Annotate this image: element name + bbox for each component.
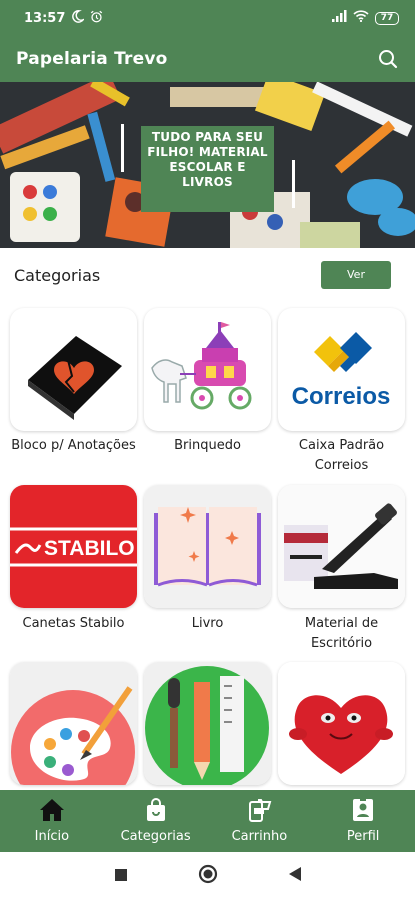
stabilo-logo-icon: STABILO [10,485,137,608]
profile-icon [352,798,374,826]
category-label-escritorio: Material de Escritório [304,616,379,651]
stabilo-logo-text: STABILO [44,537,135,560]
app-title: Papelaria Trevo [16,49,168,69]
category-card-artes[interactable] [10,662,137,785]
signal-icon [332,10,347,26]
category-card-livro[interactable] [144,485,271,608]
see-all-button[interactable]: Ver tudo [321,261,391,309]
brush-pencil-ruler-icon [144,662,271,785]
back-icon[interactable] [288,866,302,886]
category-card-stabilo[interactable]: STABILO [10,485,137,608]
search-icon[interactable] [375,46,401,72]
home-button-icon[interactable] [198,864,218,888]
category-card-correios[interactable]: Correios [278,308,405,431]
category-label-livro: Livro [191,616,224,631]
categories-title: Categorias [14,265,101,285]
battery-icon: 77 [375,11,399,25]
category-label-stabilo: Canetas Stabilo [22,616,125,631]
nav-label-inicio: Início [34,829,70,844]
category-label-bloco: Bloco p/ Anotações [11,438,136,453]
heart-plush-icon [278,662,405,785]
bottom-navigation: Início Categorias Carrinho Perfil [0,790,415,852]
nav-item-perfil[interactable]: Perfil [311,790,415,852]
correios-logo-text: Correios [292,383,391,410]
stapler-icon [278,485,405,608]
nav-label-carrinho: Carrinho [231,829,288,844]
system-navigation-bar [0,852,415,900]
banner-divider-left [121,124,124,172]
correios-logo-icon: Correios [292,332,391,410]
status-bar: 13:57 77 [0,0,415,36]
category-card-pelucia[interactable] [278,662,405,785]
nav-item-carrinho[interactable]: Carrinho [208,790,312,852]
open-book-icon [144,485,271,608]
category-label-brinquedo: Brinquedo [174,438,241,453]
paint-palette-icon [10,662,137,785]
category-card-bloco[interactable] [10,308,137,431]
categories-header: Categorias Ver tudo [0,248,415,309]
alarm-icon [90,10,103,27]
app-bar: Papelaria Trevo [0,36,415,82]
toy-carriage-icon [151,322,252,410]
nav-item-inicio[interactable]: Início [0,790,104,852]
recent-apps-icon[interactable] [114,867,128,886]
category-card-escolar[interactable] [144,662,271,785]
status-time: 13:57 [24,10,66,26]
category-card-escritorio[interactable] [278,485,405,608]
wifi-icon [353,10,369,26]
moon-icon [71,9,86,27]
banner-divider-right [292,160,295,208]
category-label-correios: Caixa Padrão Correios [298,438,385,473]
nav-item-categorias[interactable]: Categorias [104,790,208,852]
promo-banner[interactable]: TUDO PARA SEU FILHO! MATERIAL ESCOLAR E … [0,82,415,248]
cart-phone-icon [246,798,272,826]
category-card-brinquedo[interactable] [144,308,271,431]
banner-text: TUDO PARA SEU FILHO! MATERIAL ESCOLAR E … [141,126,274,212]
notepad-heart-icon [28,336,122,420]
nav-label-categorias: Categorias [120,829,191,844]
shopping-bag-icon [144,798,168,826]
home-icon [39,798,65,826]
nav-label-perfil: Perfil [346,829,380,844]
